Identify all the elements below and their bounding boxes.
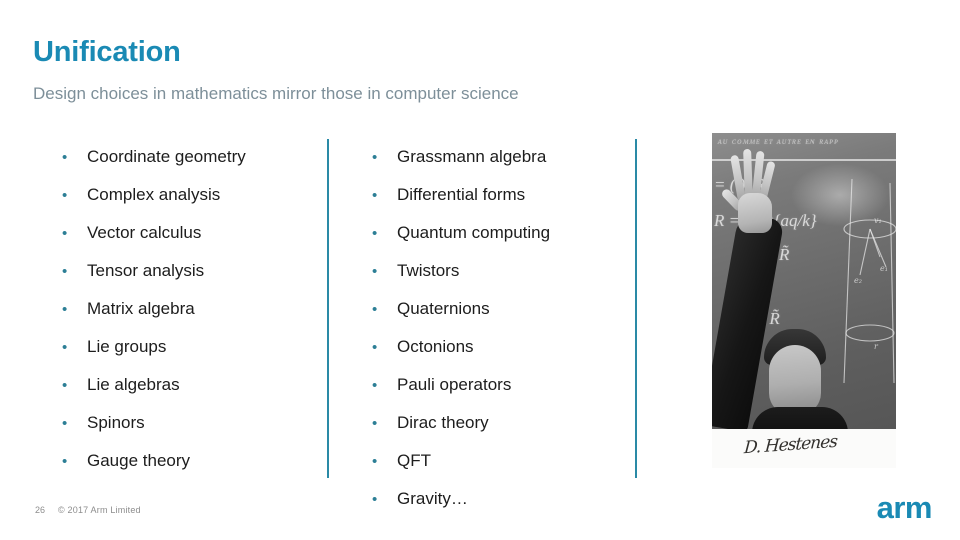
bullet-dot-icon: • [62, 149, 68, 166]
list-item: • Gravity… [372, 480, 627, 518]
list-item-label: Quaternions [397, 299, 490, 318]
list-item-label: Octonions [397, 337, 474, 356]
bullet-dot-icon: • [62, 339, 68, 356]
signature-text: D. Hestenes [743, 431, 838, 459]
page-title: Unification [33, 36, 181, 68]
column-divider-right [635, 139, 637, 478]
list-item: • Vector calculus [62, 214, 317, 252]
page-number: 26 [35, 505, 46, 515]
bullet-dot-icon: • [62, 263, 68, 280]
slide-canvas: Unification Design choices in mathematic… [0, 0, 960, 540]
bullet-dot-icon: • [62, 453, 68, 470]
list-item-label: Lie groups [87, 337, 167, 356]
list-item-label: Coordinate geometry [87, 147, 246, 166]
blackboard-cone-diagram: v₁ e₂ e₁ r [843, 178, 896, 384]
bullet-dot-icon: • [62, 415, 68, 432]
list-item: • Coordinate geometry [62, 138, 317, 176]
list-item: • Gauge theory [62, 442, 317, 480]
person-torso [752, 407, 848, 429]
svg-text:e₁: e₁ [880, 264, 888, 273]
bullet-dot-icon: • [372, 263, 378, 280]
bullet-dot-icon: • [372, 415, 378, 432]
bullet-dot-icon: • [372, 225, 378, 242]
list-item: • Twistors [372, 252, 627, 290]
list-item: • QFT [372, 442, 627, 480]
list-item-label: Matrix algebra [87, 299, 195, 318]
list-item: • Lie groups [62, 328, 317, 366]
list-item: • Quaternions [372, 290, 627, 328]
hestenes-photo: ᴀᴜ ᴄᴏᴍᴍᴇ ᴇᴛ ᴀᴜᴛʀᴇ ᴇɴ ʀᴀᴘᴘ = ( )² R R = R… [712, 133, 896, 468]
list-item-label: Differential forms [397, 185, 526, 204]
copyright-notice: © 2017 Arm Limited [58, 505, 141, 515]
svg-text:v₁: v₁ [874, 216, 882, 225]
list-item: • Dirac theory [372, 404, 627, 442]
bullet-dot-icon: • [62, 187, 68, 204]
mathematics-topics-column-2: • Grassmann algebra • Differential forms… [372, 138, 627, 518]
svg-text:e₂: e₂ [854, 276, 862, 285]
list-item-label: Dirac theory [397, 413, 489, 432]
bullet-dot-icon: • [372, 149, 378, 166]
list-item: • Complex analysis [62, 176, 317, 214]
list-item-label: Quantum computing [397, 223, 551, 242]
mathematics-topics-column-1: • Coordinate geometry • Complex analysis… [62, 138, 317, 480]
list-item-label: Grassmann algebra [397, 147, 547, 166]
list-item-label: Gravity… [397, 489, 468, 508]
list-item-label: Complex analysis [87, 185, 221, 204]
list-item-label: QFT [397, 451, 431, 470]
bullet-dot-icon: • [372, 187, 378, 204]
column-divider-left [327, 139, 329, 478]
list-item: • Pauli operators [372, 366, 627, 404]
bullet-dot-icon: • [372, 377, 378, 394]
list-item: • Spinors [62, 404, 317, 442]
list-item: • Grassmann algebra [372, 138, 627, 176]
bullet-dot-icon: • [62, 377, 68, 394]
bullet-dot-icon: • [372, 491, 378, 508]
list-item-label: Lie algebras [87, 375, 180, 394]
arm-logo: arm [876, 490, 933, 525]
list-item-label: Spinors [87, 413, 145, 432]
blackboard-image: ᴀᴜ ᴄᴏᴍᴍᴇ ᴇᴛ ᴀᴜᴛʀᴇ ᴇɴ ʀᴀᴘᴘ = ( )² R R = R… [712, 133, 896, 429]
list-item-label: Tensor analysis [87, 261, 205, 280]
list-item-label: Gauge theory [87, 451, 191, 470]
list-item-label: Twistors [397, 261, 460, 280]
list-item: • Matrix algebra [62, 290, 317, 328]
svg-text:r: r [874, 342, 879, 351]
signature-area: D. Hestenes [712, 429, 896, 468]
bullet-dot-icon: • [372, 453, 378, 470]
blackboard-top-writing: ᴀᴜ ᴄᴏᴍᴍᴇ ᴇᴛ ᴀᴜᴛʀᴇ ᴇɴ ʀᴀᴘᴘ [718, 136, 840, 146]
bullet-dot-icon: • [62, 301, 68, 318]
list-item-label: Pauli operators [397, 375, 512, 394]
list-item: • Octonions [372, 328, 627, 366]
list-item-label: Vector calculus [87, 223, 202, 242]
person-face [769, 345, 821, 415]
bullet-dot-icon: • [372, 339, 378, 356]
bullet-dot-icon: • [62, 225, 68, 242]
list-item: • Lie algebras [62, 366, 317, 404]
list-item: • Differential forms [372, 176, 627, 214]
bullet-dot-icon: • [372, 301, 378, 318]
page-subtitle: Design choices in mathematics mirror tho… [33, 84, 519, 103]
list-item: • Tensor analysis [62, 252, 317, 290]
list-item: • Quantum computing [372, 214, 627, 252]
person-hand [720, 148, 776, 233]
